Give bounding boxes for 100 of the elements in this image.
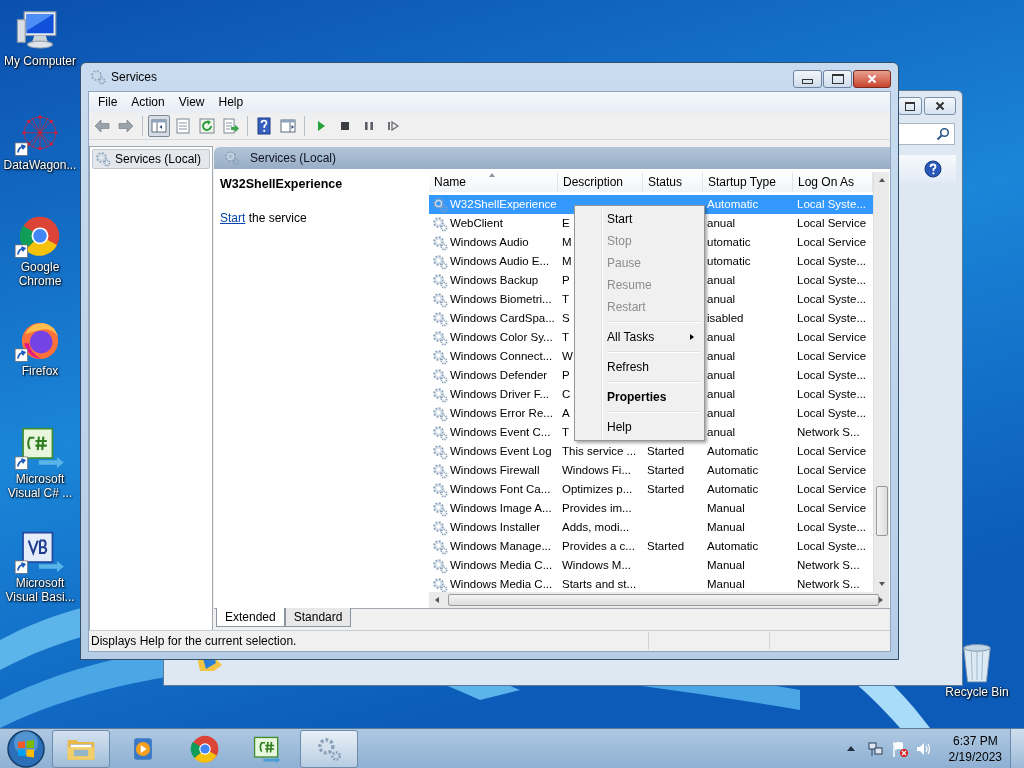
icon-label[interactable]: Firefox xyxy=(1,364,79,378)
column-header[interactable]: Log On As xyxy=(793,172,873,192)
taskbar-button[interactable] xyxy=(52,729,110,768)
show-hidden-icons-button[interactable] xyxy=(846,746,855,751)
menu-item[interactable]: File xyxy=(91,93,125,112)
table-cell: Manual xyxy=(707,520,745,535)
menu-item[interactable]: Action xyxy=(124,93,172,112)
scroll-left-icon[interactable] xyxy=(435,597,439,603)
service-name[interactable]: Windows Biometri... xyxy=(450,292,552,307)
scroll-right-icon[interactable] xyxy=(879,597,883,603)
start-link[interactable]: Start xyxy=(220,211,246,225)
service-name[interactable]: Windows Event Log xyxy=(450,444,552,459)
table-cell: M xyxy=(562,254,572,269)
service-name[interactable]: Windows Audio E... xyxy=(450,254,550,269)
icon-label[interactable]: Microsoft Visual Basi... xyxy=(1,576,79,604)
table-cell: anual xyxy=(707,406,736,421)
vertical-scrollbar[interactable] xyxy=(873,172,889,592)
maximize-button[interactable] xyxy=(823,70,852,88)
service-icon xyxy=(432,348,448,365)
table-cell: E xyxy=(562,216,570,231)
column-header[interactable]: Description xyxy=(558,172,643,192)
column-header[interactable]: Startup Type xyxy=(703,172,793,192)
column-header[interactable]: Status xyxy=(643,172,703,192)
table-cell: Network S... xyxy=(797,425,860,440)
minimize-button[interactable] xyxy=(793,70,822,88)
scroll-up-icon[interactable] xyxy=(878,178,885,182)
view-tab[interactable]: Standard xyxy=(284,608,352,627)
menu-item[interactable]: All Tasks xyxy=(577,326,702,348)
view-tab[interactable]: Extended xyxy=(216,608,285,627)
horizontal-scrollbar[interactable] xyxy=(429,592,889,608)
service-name[interactable]: Windows Firewall xyxy=(450,463,540,478)
service-name[interactable]: Windows Media C... xyxy=(450,558,553,573)
table-cell: Automatic xyxy=(707,197,759,212)
refresh-icon xyxy=(198,117,216,135)
clock-time[interactable]: 6:37 PM xyxy=(952,732,998,749)
icon-label[interactable]: DataWagon... xyxy=(1,158,79,172)
table-cell: utomatic xyxy=(707,235,751,250)
table-cell: Network S... xyxy=(797,558,860,573)
flag-icon[interactable] xyxy=(890,739,909,758)
menu-item[interactable]: View xyxy=(171,93,212,112)
scroll-thumb[interactable] xyxy=(875,486,888,536)
service-name[interactable]: Windows Image A... xyxy=(450,501,552,516)
table-cell: Optimizes p... xyxy=(562,482,633,497)
help-icon xyxy=(255,117,273,135)
restore-button[interactable] xyxy=(898,97,922,115)
table-cell: M xyxy=(562,235,572,250)
close-button[interactable] xyxy=(924,97,956,115)
table-cell: anual xyxy=(707,216,736,231)
icon-label[interactable]: My Computer xyxy=(1,54,79,68)
close-button[interactable] xyxy=(853,70,891,88)
table-cell: Manual xyxy=(707,577,745,592)
network-icon[interactable] xyxy=(866,739,885,758)
service-name[interactable]: Windows Manage... xyxy=(450,539,551,554)
csharp-icon[interactable] xyxy=(14,426,66,472)
table-cell: This service ... xyxy=(562,444,637,459)
service-name[interactable]: Windows Connect... xyxy=(450,349,553,364)
service-name[interactable]: Windows Color Sy... xyxy=(450,330,553,345)
clock-date[interactable]: 2/19/2023 xyxy=(948,748,1002,765)
scroll-thumb[interactable] xyxy=(448,594,879,606)
table-cell: Local Syste... xyxy=(797,311,867,326)
table-cell: Local Service xyxy=(797,235,867,250)
visual-basic-icon[interactable] xyxy=(14,530,66,576)
table-cell: T xyxy=(562,292,570,307)
table-cell: T xyxy=(562,330,570,345)
service-name[interactable]: Windows Event C... xyxy=(450,425,551,440)
table-cell: Local Syste... xyxy=(797,520,867,535)
menu-item[interactable]: Help xyxy=(211,93,251,112)
menu-item[interactable]: Properties xyxy=(577,386,702,408)
table-cell: Local Service xyxy=(797,463,867,478)
service-name[interactable]: Windows Defender xyxy=(450,368,548,383)
service-name[interactable]: Windows Font Ca... xyxy=(450,482,551,497)
table-cell: Local Syste... xyxy=(797,254,867,269)
service-name[interactable]: Windows CardSpa... xyxy=(450,311,555,326)
link-text: the service xyxy=(247,211,307,225)
service-icon xyxy=(432,386,448,403)
help-icon[interactable] xyxy=(924,160,942,178)
service-name[interactable]: WebClient xyxy=(450,216,503,231)
table-cell: Local Syste... xyxy=(797,539,867,554)
service-name[interactable]: Windows Backup xyxy=(450,273,539,288)
icon-label[interactable]: Recycle Bin xyxy=(938,685,1016,699)
service-name[interactable]: Windows Audio xyxy=(450,235,529,250)
table-cell: Local Syste... xyxy=(797,273,867,288)
recycle-bin-icon[interactable] xyxy=(960,641,994,685)
service-name[interactable]: Windows Installer xyxy=(450,520,541,535)
table-cell: P xyxy=(562,368,570,383)
service-icon xyxy=(432,253,448,270)
icon-label[interactable]: Microsoft Visual C# ... xyxy=(1,472,79,500)
column-header[interactable]: Name xyxy=(429,172,558,192)
scroll-down-icon[interactable] xyxy=(878,582,885,586)
tree-item[interactable]: Services (Local) xyxy=(92,149,210,169)
status-text: Displays Help for the current selection. xyxy=(91,634,298,648)
icon-label[interactable]: Google Chrome xyxy=(1,260,79,288)
export-icon xyxy=(222,117,240,135)
service-name[interactable]: Windows Media C... xyxy=(450,577,553,592)
menu-item[interactable]: Refresh xyxy=(577,356,702,378)
menu-item[interactable]: Help xyxy=(577,416,702,438)
service-name[interactable]: Windows Driver F... xyxy=(450,387,550,402)
service-name[interactable]: Windows Error Re... xyxy=(450,406,553,421)
taskbar-button[interactable] xyxy=(300,729,358,768)
start-button[interactable] xyxy=(6,728,46,768)
